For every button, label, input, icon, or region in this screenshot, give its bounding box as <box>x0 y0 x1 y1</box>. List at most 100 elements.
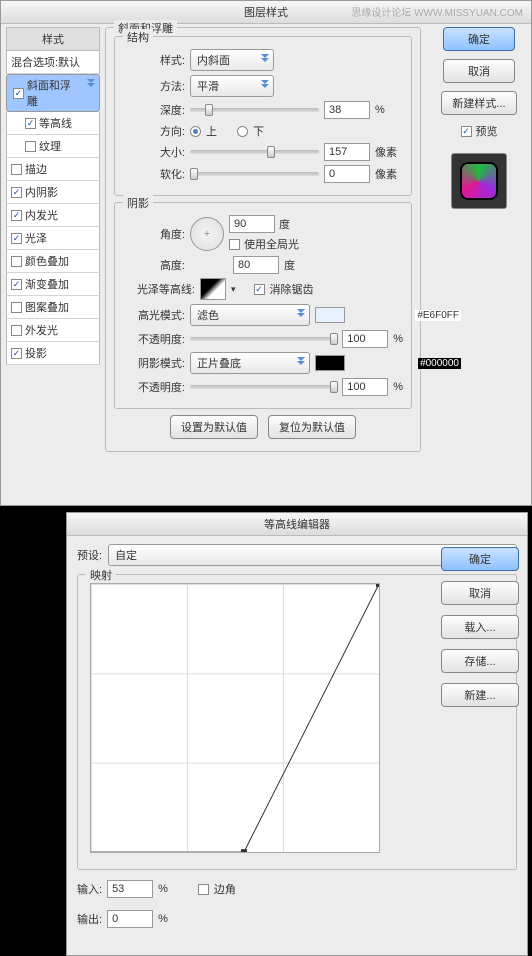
shading-group: 阴影 角度: 90度 使用全局光 高度:80度 光泽等高线:▾消除锯齿 高光模式… <box>114 202 412 409</box>
soften-slider[interactable] <box>190 172 319 176</box>
dialog2-title: 等高线编辑器 <box>264 519 330 531</box>
style-checkbox[interactable] <box>25 141 36 152</box>
antialias-checkbox[interactable] <box>254 284 265 295</box>
shadow-opacity-slider[interactable] <box>190 385 337 389</box>
style-item-8[interactable]: 渐变叠加 <box>6 273 100 296</box>
highlight-mode-label: 高光模式: <box>123 307 185 323</box>
style-checkbox[interactable] <box>11 233 22 244</box>
structure-group: 结构 样式:内斜面 方法:平滑 深度:38% 方向:上下 大小:157像素 软化… <box>114 36 412 196</box>
style-item-9[interactable]: 图案叠加 <box>6 296 100 319</box>
gloss-contour[interactable] <box>200 278 226 300</box>
load-button[interactable]: 载入... <box>441 615 519 639</box>
right-column-2: 确定 取消 载入... 存储... 新建... <box>441 547 519 707</box>
style-checkbox[interactable] <box>11 279 22 290</box>
soften-label: 软化: <box>123 166 185 182</box>
style-item-5[interactable]: 内发光 <box>6 204 100 227</box>
blend-options[interactable]: 混合选项:默认 <box>6 51 100 74</box>
angle-label: 角度: <box>123 226 185 242</box>
cancel-button[interactable]: 取消 <box>443 59 515 83</box>
style-checkbox[interactable] <box>11 164 22 175</box>
style-checkbox[interactable] <box>11 210 22 221</box>
highlight-color-text: #E6F0FF <box>415 310 461 321</box>
style-checkbox[interactable] <box>11 187 22 198</box>
global-light-checkbox[interactable] <box>229 239 240 250</box>
style-item-10[interactable]: 外发光 <box>6 319 100 342</box>
style-item-1[interactable]: 等高线 <box>6 112 100 135</box>
set-default-button[interactable]: 设置为默认值 <box>170 415 258 439</box>
style-select[interactable]: 内斜面 <box>190 49 274 71</box>
direction-label: 方向: <box>123 123 185 139</box>
style-checkbox[interactable] <box>13 88 24 99</box>
styles-header: 样式 <box>6 27 100 51</box>
shadow-opacity-input[interactable]: 100 <box>342 378 388 396</box>
styles-panel: 样式 混合选项:默认 斜面和浮雕等高线纹理描边内阴影内发光光泽颜色叠加渐变叠加图… <box>6 27 100 365</box>
dir-up-radio[interactable] <box>190 126 201 137</box>
corner-checkbox[interactable] <box>198 884 209 895</box>
new-button[interactable]: 新建... <box>441 683 519 707</box>
dialog-title: 图层样式 <box>244 7 288 19</box>
output-label: 输出: <box>77 911 102 927</box>
size-label: 大小: <box>123 144 185 160</box>
mapping-legend: 映射 <box>86 567 116 583</box>
shadow-mode-select[interactable]: 正片叠底 <box>190 352 310 374</box>
gloss-label: 光泽等高线: <box>123 281 195 297</box>
ok-button-2[interactable]: 确定 <box>441 547 519 571</box>
shadow-opacity-label: 不透明度: <box>123 379 185 395</box>
cancel-button-2[interactable]: 取消 <box>441 581 519 605</box>
style-checkbox[interactable] <box>11 325 22 336</box>
new-style-button[interactable]: 新建样式... <box>441 91 516 115</box>
style-item-6[interactable]: 光泽 <box>6 227 100 250</box>
shadow-color-text: #000000 <box>418 358 461 369</box>
layer-style-dialog: 图层样式 思缘设计论坛 WWW.MISSYUAN.COM 样式 混合选项:默认 … <box>0 0 532 506</box>
angle-dial[interactable] <box>190 217 224 251</box>
style-checkbox[interactable] <box>11 302 22 313</box>
depth-input[interactable]: 38 <box>324 101 370 119</box>
style-item-11[interactable]: 投影 <box>6 342 100 365</box>
highlight-opacity-slider[interactable] <box>190 337 337 341</box>
save-button[interactable]: 存储... <box>441 649 519 673</box>
reset-default-button[interactable]: 复位为默认值 <box>268 415 356 439</box>
highlight-color-swatch[interactable] <box>315 307 345 323</box>
watermark: 思缘设计论坛 WWW.MISSYUAN.COM <box>351 4 523 19</box>
method-select[interactable]: 平滑 <box>190 75 274 97</box>
preset-label: 预设: <box>77 547 102 563</box>
preview-box <box>451 153 507 209</box>
highlight-opacity-input[interactable]: 100 <box>342 330 388 348</box>
style-checkbox[interactable] <box>11 256 22 267</box>
shadow-mode-label: 阴影模式: <box>123 355 185 371</box>
input-value[interactable]: 53 <box>107 880 153 898</box>
angle-input[interactable]: 90 <box>229 215 275 233</box>
style-item-4[interactable]: 内阴影 <box>6 181 100 204</box>
titlebar-2: 等高线编辑器 <box>67 513 527 536</box>
style-label: 样式: <box>123 52 185 68</box>
contour-editor-dialog: 等高线编辑器 预设: 自定 映射 输入: 53 % 边角 输出: 0 % <box>66 512 528 956</box>
preview-checkbox[interactable] <box>461 126 472 137</box>
depth-label: 深度: <box>123 102 185 118</box>
contour-grid[interactable] <box>90 583 380 853</box>
style-checkbox[interactable] <box>25 118 36 129</box>
style-item-2[interactable]: 纹理 <box>6 135 100 158</box>
method-label: 方法: <box>123 78 185 94</box>
bevel-group: 斜面和浮雕 结构 样式:内斜面 方法:平滑 深度:38% 方向:上下 大小:15… <box>105 27 421 452</box>
highlight-opacity-label: 不透明度: <box>123 331 185 347</box>
altitude-label: 高度: <box>123 257 185 273</box>
size-slider[interactable] <box>190 150 319 154</box>
altitude-input[interactable]: 80 <box>233 256 279 274</box>
right-column: 确定 取消 新建样式... 预览 <box>435 27 523 209</box>
style-item-7[interactable]: 颜色叠加 <box>6 250 100 273</box>
dir-down-radio[interactable] <box>237 126 248 137</box>
style-item-0[interactable]: 斜面和浮雕 <box>6 74 100 112</box>
ok-button[interactable]: 确定 <box>443 27 515 51</box>
highlight-mode-select[interactable]: 滤色 <box>190 304 310 326</box>
structure-legend: 结构 <box>123 29 153 45</box>
shadow-color-swatch[interactable] <box>315 355 345 371</box>
contour-curve <box>91 584 379 852</box>
depth-slider[interactable] <box>190 108 319 112</box>
main-area: 斜面和浮雕 结构 样式:内斜面 方法:平滑 深度:38% 方向:上下 大小:15… <box>105 27 421 460</box>
size-input[interactable]: 157 <box>324 143 370 161</box>
soften-input[interactable]: 0 <box>324 165 370 183</box>
output-value[interactable]: 0 <box>107 910 153 928</box>
style-checkbox[interactable] <box>11 348 22 359</box>
shading-legend: 阴影 <box>123 195 153 211</box>
style-item-3[interactable]: 描边 <box>6 158 100 181</box>
